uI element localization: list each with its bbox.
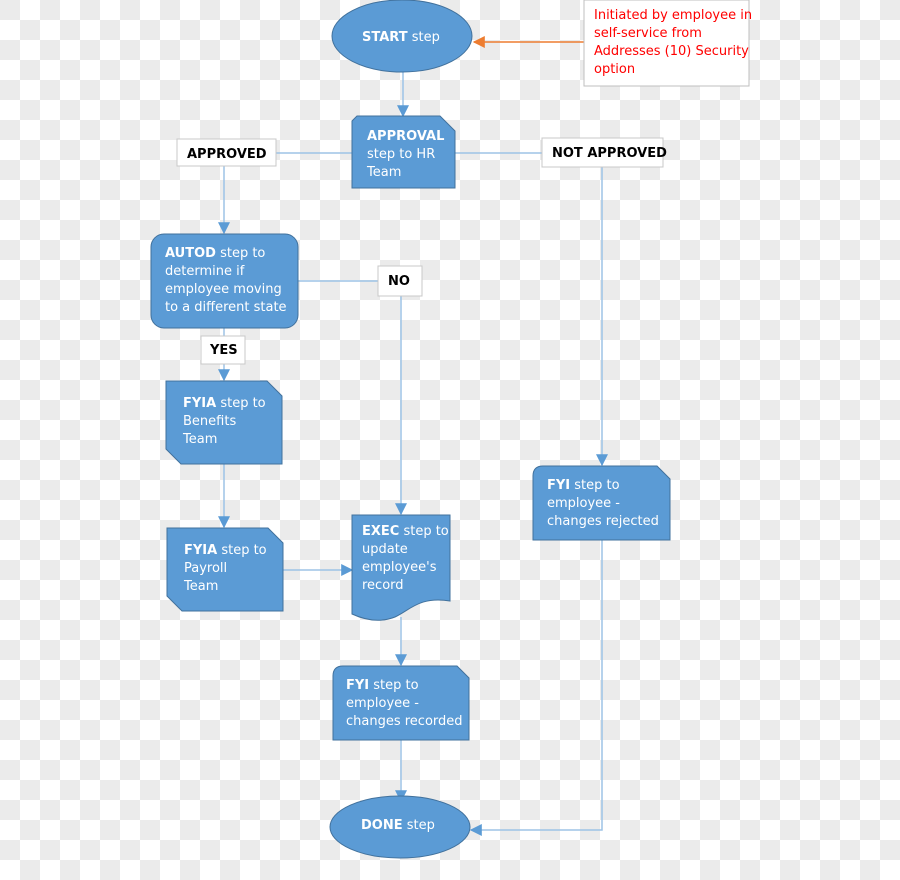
benefits-line-2: Benefits bbox=[183, 414, 236, 429]
autod-line-2: determine if bbox=[165, 264, 245, 279]
svg-text:FYIA step to: FYIA step to bbox=[184, 543, 267, 558]
benefits-line-1: step to bbox=[216, 396, 265, 411]
payroll-line-3: Team bbox=[183, 579, 218, 594]
note-line-4: option bbox=[594, 62, 635, 77]
no-text: NO bbox=[388, 274, 410, 289]
not-approved-text: NOT APPROVED bbox=[552, 146, 667, 161]
svg-text:FYI step to: FYI step to bbox=[346, 678, 419, 693]
done-step[interactable]: DONE step bbox=[329, 795, 471, 859]
approval-line-1: APPROVAL bbox=[367, 129, 444, 144]
no-label: NO bbox=[377, 265, 423, 297]
note-line-3: Addresses (10) Security bbox=[594, 44, 749, 59]
exec-bold: EXEC bbox=[362, 524, 399, 539]
exec-line-1: step to bbox=[399, 524, 448, 539]
fyi-recorded-step[interactable]: FYI step to employee - changes recorded bbox=[332, 665, 470, 741]
svg-text:APPROVAL: APPROVAL bbox=[367, 129, 444, 144]
approved-text: APPROVED bbox=[187, 147, 267, 162]
autod-bold: AUTOD bbox=[165, 246, 216, 261]
start-bold: START bbox=[362, 30, 408, 45]
recorded-line-3: changes recorded bbox=[346, 714, 463, 729]
svg-text:FYIA step to: FYIA step to bbox=[183, 396, 266, 411]
yes-label: YES bbox=[200, 335, 246, 365]
fyi-rejected-step[interactable]: FYI step to employee - changes rejected bbox=[532, 465, 671, 541]
benefits-line-3: Team bbox=[182, 432, 217, 447]
start-step[interactable]: START step bbox=[331, 0, 473, 73]
approval-step[interactable]: APPROVAL step to HR Team bbox=[351, 115, 456, 189]
svg-text:DONE step: DONE step bbox=[361, 818, 435, 833]
payroll-bold: FYIA bbox=[184, 543, 217, 558]
rejected-line-3: changes rejected bbox=[547, 514, 659, 529]
exec-step[interactable]: EXEC step to update employee's record bbox=[351, 514, 451, 621]
start-rest: step bbox=[408, 30, 440, 45]
approval-line-3: Team bbox=[366, 165, 401, 180]
exec-line-3: employee's bbox=[362, 560, 437, 575]
fyia-payroll-step[interactable]: FYIA step to Payroll Team bbox=[166, 527, 284, 612]
svg-text:START step: START step bbox=[362, 30, 440, 45]
fyi-rejected-to-done-connector bbox=[469, 540, 603, 836]
recorded-line-1: step to bbox=[369, 678, 418, 693]
rejected-line-1: step to bbox=[570, 478, 619, 493]
svg-text:FYI step to: FYI step to bbox=[547, 478, 620, 493]
done-rest: step bbox=[403, 818, 435, 833]
initiation-note: Initiated by employee in self-service fr… bbox=[583, 0, 752, 87]
autod-line-4: to a different state bbox=[165, 300, 287, 315]
note-line-2: self-service from bbox=[594, 26, 702, 41]
rejected-bold: FYI bbox=[547, 478, 570, 493]
autod-line-3: employee moving bbox=[165, 282, 282, 297]
payroll-line-1: step to bbox=[217, 543, 266, 558]
benefits-bold: FYIA bbox=[183, 396, 216, 411]
note-line-1: Initiated by employee in bbox=[594, 8, 752, 23]
done-bold: DONE bbox=[361, 818, 403, 833]
approved-label: APPROVED bbox=[176, 138, 277, 167]
yes-text: YES bbox=[209, 343, 238, 358]
recorded-bold: FYI bbox=[346, 678, 369, 693]
autod-step[interactable]: AUTOD step to determine if employee movi… bbox=[150, 233, 299, 329]
approval-line-2: step to HR bbox=[367, 147, 435, 162]
workflow-diagram: Initiated by employee in self-service fr… bbox=[150, 0, 752, 859]
svg-text:AUTOD step to: AUTOD step to bbox=[165, 246, 265, 261]
exec-line-2: update bbox=[362, 542, 408, 557]
exec-line-4: record bbox=[362, 578, 404, 593]
recorded-line-2: employee - bbox=[346, 696, 419, 711]
autod-line-1: step to bbox=[216, 246, 265, 261]
fyia-benefits-step[interactable]: FYIA step to Benefits Team bbox=[165, 380, 283, 465]
rejected-line-2: employee - bbox=[547, 496, 620, 511]
not-approved-label: NOT APPROVED bbox=[541, 137, 667, 168]
svg-text:EXEC step to: EXEC step to bbox=[362, 524, 449, 539]
payroll-line-2: Payroll bbox=[184, 561, 227, 576]
